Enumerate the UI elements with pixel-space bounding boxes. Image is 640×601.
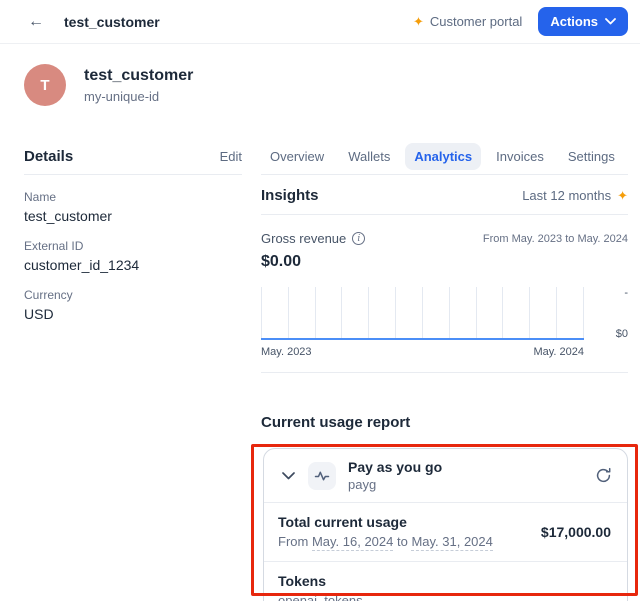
- plan-icon-box: [308, 462, 336, 490]
- chart-gridline: [341, 287, 368, 338]
- total-usage-amount: $17,000.00: [541, 524, 611, 540]
- plan-code: payg: [348, 477, 442, 492]
- back-button[interactable]: ←: [24, 10, 48, 34]
- chart-gridline: [502, 287, 529, 338]
- top-bar: ← test_customer ✦ Customer portal Action…: [0, 0, 640, 44]
- back-arrow-icon: ←: [28, 13, 44, 30]
- y-tick-bottom: $0: [616, 328, 628, 340]
- details-panel: Details Edit Name test_customer External…: [24, 139, 242, 322]
- customer-portal-label: Customer portal: [430, 14, 522, 29]
- usage-item-row: Tokens openai_tokens: [264, 561, 627, 601]
- tab-bar: Overview Wallets Analytics Invoices Sett…: [261, 139, 628, 175]
- profile-text: test_customer my-unique-id: [84, 67, 193, 104]
- chart-x-axis: May. 2023 May. 2024: [261, 346, 584, 358]
- field-currency: Currency USD: [24, 288, 242, 322]
- refresh-button[interactable]: [593, 466, 613, 486]
- total-usage-label: Total current usage: [278, 514, 493, 530]
- gross-revenue-range: From May. 2023 to May. 2024: [483, 233, 628, 245]
- field-label: Name: [24, 190, 242, 204]
- sparkles-icon: ✦: [617, 189, 628, 202]
- usage-item-name: Tokens: [278, 573, 363, 589]
- customer-page: ← test_customer ✦ Customer portal Action…: [0, 0, 640, 601]
- usage-report-card: Pay as you go payg Total current usage F…: [263, 448, 628, 601]
- plan-name: Pay as you go: [348, 459, 442, 475]
- chart-gridline: [315, 287, 342, 338]
- total-usage-text: Total current usage From May. 16, 2024 t…: [278, 514, 493, 549]
- chart-gridline: [529, 287, 556, 338]
- section-divider: [261, 372, 628, 373]
- sparkles-icon: ✦: [413, 15, 424, 28]
- chart-gridline: [261, 287, 288, 338]
- customer-unique-id: my-unique-id: [84, 89, 193, 104]
- period-middle: to: [393, 534, 411, 549]
- usage-report-title: Current usage report: [261, 414, 628, 431]
- chart-gridline: [288, 287, 315, 338]
- gross-revenue-chart: - $0: [261, 287, 628, 340]
- tab-invoices[interactable]: Invoices: [487, 143, 553, 170]
- chart-gridline: [476, 287, 503, 338]
- avatar-initial: T: [40, 77, 49, 94]
- page-title: test_customer: [64, 14, 160, 30]
- customer-portal-link[interactable]: ✦ Customer portal: [413, 14, 522, 29]
- details-header: Details Edit: [24, 139, 242, 175]
- gross-revenue-label-row: Gross revenue i: [261, 231, 365, 246]
- field-external-id: External ID customer_id_1234: [24, 239, 242, 273]
- gross-revenue-label: Gross revenue: [261, 231, 346, 246]
- insights-title: Insights: [261, 187, 319, 204]
- field-value: test_customer: [24, 208, 242, 224]
- gross-revenue-header: Gross revenue i From May. 2023 to May. 2…: [261, 231, 628, 246]
- tab-settings[interactable]: Settings: [559, 143, 624, 170]
- gross-revenue-block: Gross revenue i From May. 2023 to May. 2…: [261, 231, 628, 373]
- avatar: T: [24, 64, 66, 106]
- chart-gridline: [449, 287, 476, 338]
- chart-gridline: [556, 287, 584, 338]
- period-prefix: From: [278, 534, 312, 549]
- customer-name: test_customer: [84, 67, 193, 85]
- y-tick-top: -: [624, 287, 628, 299]
- chart-gridline: [395, 287, 422, 338]
- usage-item-code: openai_tokens: [278, 593, 363, 601]
- chevron-down-icon: [282, 472, 295, 480]
- pulse-icon: [314, 468, 330, 484]
- field-label: Currency: [24, 288, 242, 302]
- tab-overview[interactable]: Overview: [261, 143, 333, 170]
- chevron-down-icon: [605, 18, 616, 25]
- total-usage-period: From May. 16, 2024 to May. 31, 2024: [278, 534, 493, 549]
- main-panel: Overview Wallets Analytics Invoices Sett…: [261, 139, 628, 601]
- period-end-date[interactable]: May. 31, 2024: [411, 534, 492, 551]
- insights-header: Insights Last 12 months ✦: [261, 175, 628, 215]
- actions-label: Actions: [550, 14, 598, 29]
- period-start-date[interactable]: May. 16, 2024: [312, 534, 393, 551]
- chart-plot-area: [261, 287, 584, 340]
- period-selector[interactable]: Last 12 months ✦: [522, 188, 628, 203]
- topbar-actions: ✦ Customer portal Actions: [413, 7, 628, 36]
- field-label: External ID: [24, 239, 242, 253]
- chart-y-axis: - $0: [584, 287, 628, 340]
- collapse-button[interactable]: [278, 466, 298, 486]
- field-name: Name test_customer: [24, 190, 242, 224]
- actions-button[interactable]: Actions: [538, 7, 628, 36]
- x-tick-start: May. 2023: [261, 346, 312, 358]
- details-title: Details: [24, 148, 73, 165]
- tab-wallets[interactable]: Wallets: [339, 143, 399, 170]
- period-label: Last 12 months: [522, 188, 611, 203]
- usage-card-header: Pay as you go payg: [264, 449, 627, 502]
- total-usage-row: Total current usage From May. 16, 2024 t…: [264, 502, 627, 561]
- field-value: USD: [24, 306, 242, 322]
- customer-profile: T test_customer my-unique-id: [24, 64, 193, 106]
- chart-gridline: [422, 287, 449, 338]
- gross-revenue-value: $0.00: [261, 253, 628, 271]
- x-tick-end: May. 2024: [533, 346, 584, 358]
- usage-item-text: Tokens openai_tokens: [278, 573, 363, 601]
- tab-analytics[interactable]: Analytics: [405, 143, 481, 170]
- plan-text: Pay as you go payg: [348, 459, 442, 492]
- refresh-icon: [595, 467, 612, 484]
- field-value: customer_id_1234: [24, 257, 242, 273]
- edit-button[interactable]: Edit: [220, 149, 242, 164]
- chart-gridline: [368, 287, 395, 338]
- info-icon[interactable]: i: [352, 232, 365, 245]
